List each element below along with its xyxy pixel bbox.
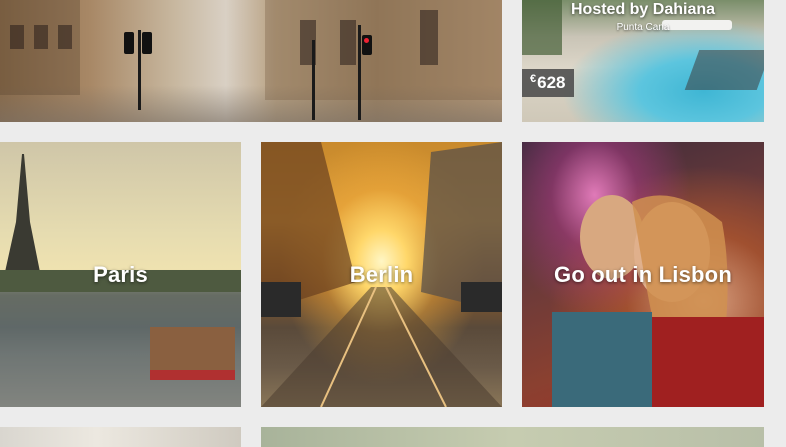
person-shirt (552, 312, 652, 407)
price-badge: €628 (522, 69, 574, 97)
host-label: Hosted by Dahiana (570, 1, 716, 18)
partial-tile[interactable] (0, 427, 241, 447)
eiffel-tower (5, 154, 40, 272)
building-window (420, 10, 438, 65)
building-window (34, 25, 48, 49)
traffic-light (142, 32, 152, 54)
listing-card[interactable]: Hosted by Dahiana Punta Cana €628 (522, 0, 764, 122)
destination-tile-berlin[interactable]: Berlin (261, 142, 502, 407)
building-window (10, 25, 24, 49)
red-signal (364, 38, 369, 43)
partial-tile-image (261, 427, 764, 447)
price-amount: 628 (537, 73, 566, 92)
destination-label: Paris (93, 261, 148, 287)
destination-tile-paris[interactable]: Paris (0, 142, 241, 407)
traffic-light (124, 32, 134, 54)
destination-tile-lisbon[interactable]: Go out in Lisbon (522, 142, 764, 407)
boat-hull (150, 370, 235, 380)
partial-tile-image (0, 427, 241, 447)
traffic-pole (312, 40, 315, 120)
listing-location: Punta Cana (616, 22, 670, 33)
person-jacket (652, 317, 764, 407)
traffic-pole (358, 25, 361, 120)
partial-tile[interactable] (261, 427, 764, 447)
lounge-chair (684, 50, 764, 90)
destination-label: Berlin (349, 261, 414, 287)
building-window (58, 25, 72, 49)
building-window (340, 20, 356, 65)
street-scene-tile[interactable] (0, 0, 502, 122)
currency-symbol: € (530, 73, 537, 85)
traffic-pole (138, 30, 141, 110)
destination-label: Go out in Lisbon (554, 261, 732, 287)
boat (150, 327, 235, 377)
